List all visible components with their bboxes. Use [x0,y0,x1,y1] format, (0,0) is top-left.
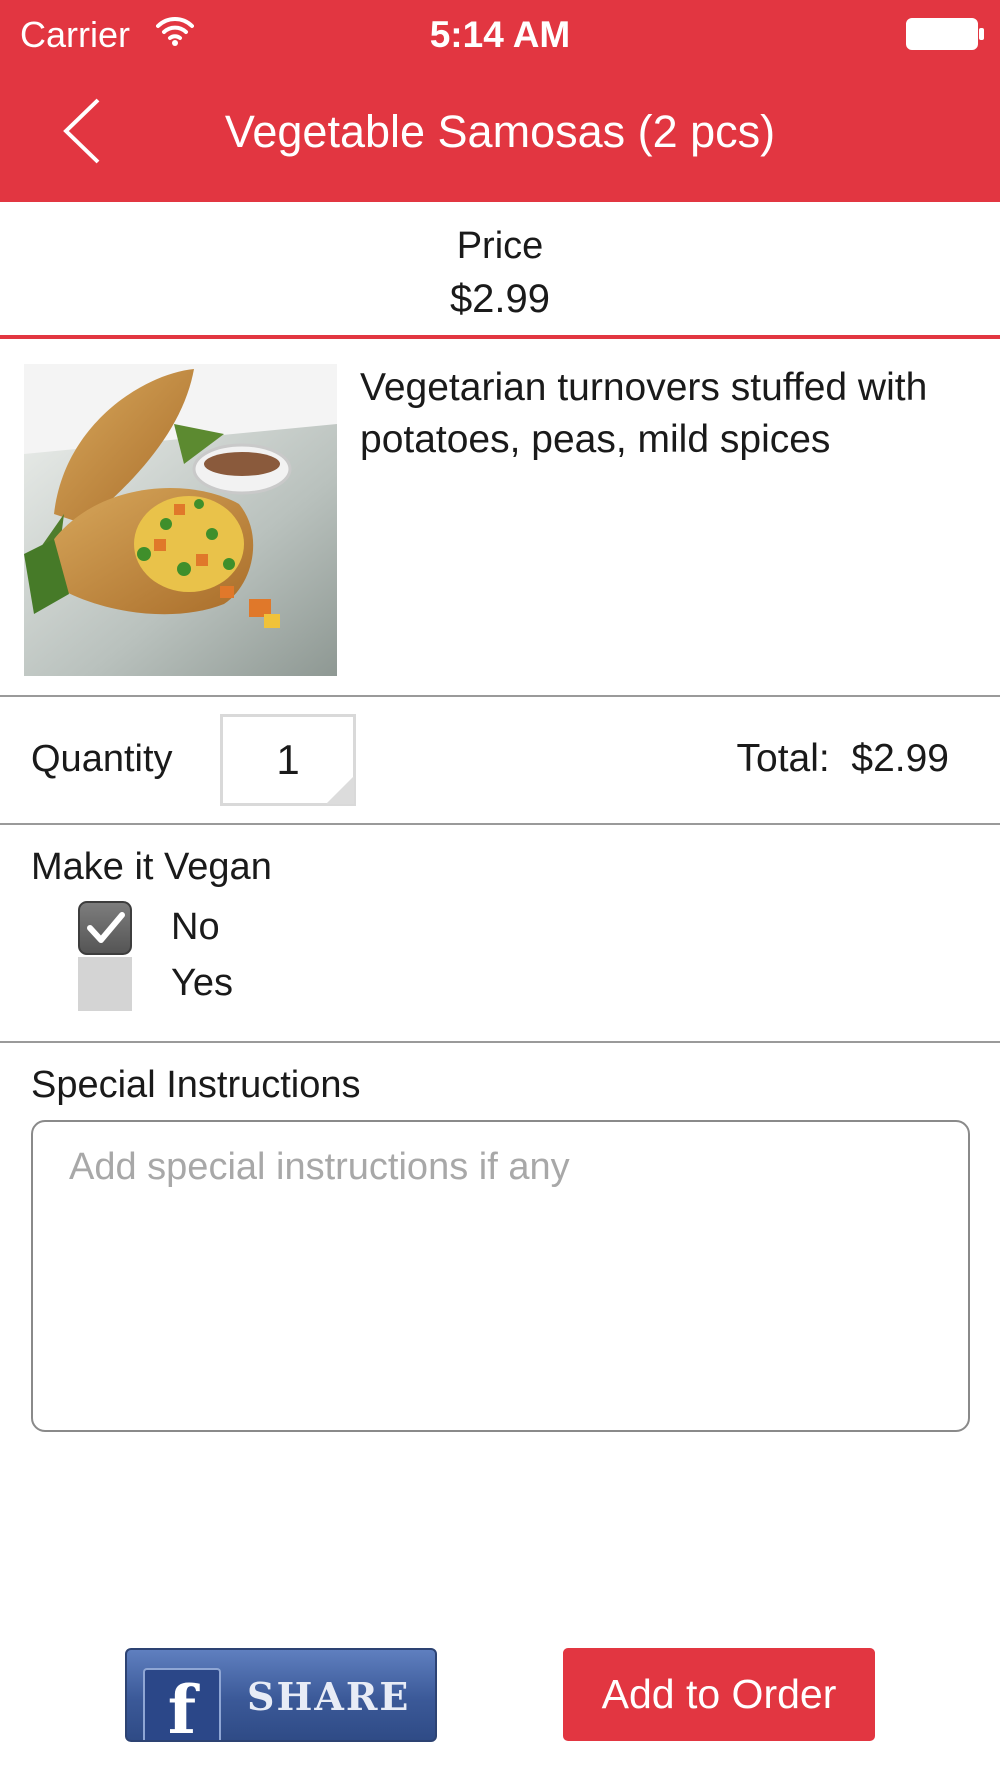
vegan-yes-label[interactable]: Yes [171,958,233,1008]
share-label: SHARE [247,1674,411,1719]
vegan-yes-checkbox[interactable] [78,957,132,1011]
status-time: 5:14 AM [429,14,571,55]
checkmark-icon [87,912,125,943]
add-to-order-button[interactable]: Add to Order [563,1648,875,1741]
vegan-option-label: Make it Vegan [31,846,272,888]
quantity-label: Quantity [31,738,173,780]
facebook-share-button[interactable]: f SHARE [125,1648,437,1742]
product-image [24,364,337,676]
vegan-no-checkbox[interactable] [78,901,132,955]
price-label: Price [456,225,544,267]
page-title: Vegetable Samosas (2 pcs) [224,106,776,157]
total-value: $2.99 [851,737,949,780]
facebook-logo-letter: f [167,1671,197,1742]
facebook-icon: f [143,1668,221,1742]
divider [0,335,1000,339]
product-description: Vegetarian turnovers stuffed with potato… [360,366,928,461]
price-value: $2.99 [449,277,551,321]
special-instructions-label: Special Instructions [31,1064,361,1106]
vegan-no-label[interactable]: No [171,902,220,952]
battery-icon [906,18,986,55]
total-label: Total: [736,737,830,780]
resize-corner-icon [326,776,354,804]
total-display: Total: $2.99 [600,734,950,784]
divider [0,823,1000,825]
special-instructions-field[interactable] [31,1120,970,1432]
divider [0,1041,1000,1043]
divider [0,695,1000,697]
